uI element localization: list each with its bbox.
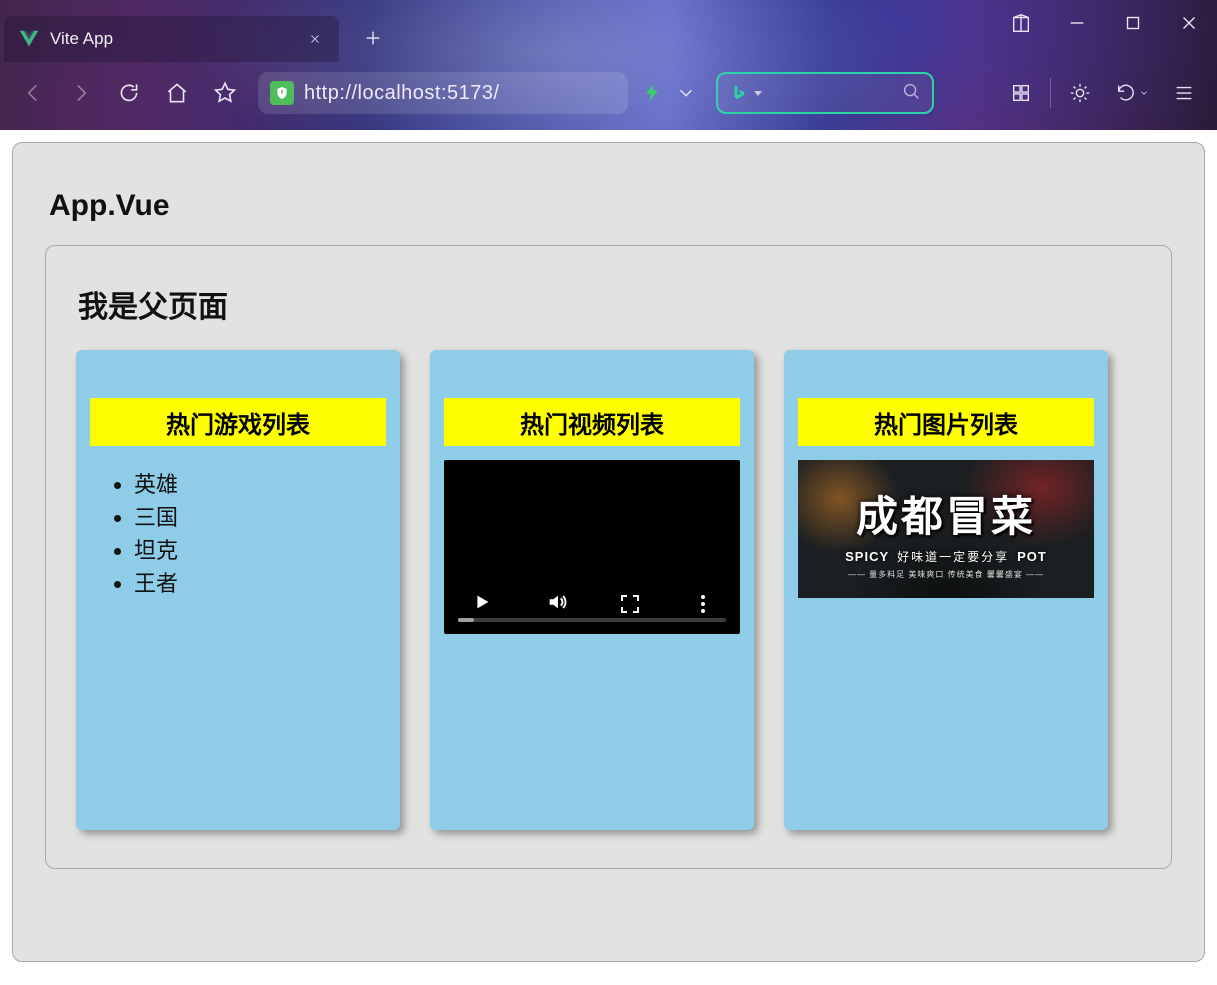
banner-subline: SPICY 好味道一定要分享 POT [845,548,1047,565]
bolt-icon[interactable] [638,79,666,107]
divider [1050,78,1051,108]
search-icon[interactable] [900,80,922,107]
image-banner: 成都冒菜 SPICY 好味道一定要分享 POT —— 量多料足 美味爽口 传统美… [798,460,1094,598]
theme-button[interactable] [1059,72,1101,114]
browser-tab[interactable]: Vite App [4,16,339,62]
more-button[interactable] [692,593,714,615]
main-menu-button[interactable] [1163,72,1205,114]
list-item: 王者 [134,567,386,600]
back-button[interactable] [12,72,54,114]
app-heading: App.Vue [49,189,1172,223]
fullscreen-button[interactable] [621,595,639,613]
app-panel: App.Vue 我是父页面 热门游戏列表 英雄 三国 坦克 王者 热门视频列表 [12,142,1205,962]
bookmark-button[interactable] [204,72,246,114]
url-text: http://localhost:5173/ [304,82,616,105]
card-games-title: 热门游戏列表 [90,398,386,446]
vue-logo-icon [18,28,40,50]
list-item: 三国 [134,501,386,534]
play-button[interactable] [471,591,493,618]
volume-button[interactable] [546,591,568,618]
card-games: 热门游戏列表 英雄 三国 坦克 王者 [76,350,400,830]
bing-icon [728,82,750,104]
address-bar[interactable]: http://localhost:5173/ [258,72,628,114]
forward-button[interactable] [60,72,102,114]
card-videos: 热门视频列表 [430,350,754,830]
home-button[interactable] [156,72,198,114]
card-videos-title: 热门视频列表 [444,398,740,446]
parent-panel: 我是父页面 热门游戏列表 英雄 三国 坦克 王者 热门视频列表 [45,245,1172,869]
tab-strip: Vite App [0,0,1217,62]
extensions-button[interactable] [1000,72,1042,114]
card-images: 热门图片列表 成都冒菜 SPICY 好味道一定要分享 POT —— 量多料足 美… [784,350,1108,830]
card-images-title: 热门图片列表 [798,398,1094,446]
list-item: 坦克 [134,534,386,567]
undo-close-button[interactable] [1105,72,1159,114]
parent-heading: 我是父页面 [78,282,1141,326]
banner-left-tag: SPICY [845,549,889,564]
expand-button[interactable] [672,79,700,107]
shield-icon [270,81,294,105]
video-controls [444,574,740,634]
browser-chrome: Vite App http://localhost:51 [0,0,1217,130]
banner-footnote: —— 量多料足 美味爽口 传统美食 馨馨盛宴 —— [848,569,1044,580]
new-tab-button[interactable] [353,18,393,58]
search-engine-chevron-icon[interactable] [754,91,762,96]
tab-title: Vite App [50,29,305,49]
banner-caption: 好味道一定要分享 [897,548,1009,565]
video-progress[interactable] [458,618,726,622]
list-item: 英雄 [134,468,386,501]
reload-button[interactable] [108,72,150,114]
games-list: 英雄 三国 坦克 王者 [90,468,386,600]
banner-right-tag: POT [1017,549,1047,564]
browser-toolbar: http://localhost:5173/ [0,62,1217,124]
card-row: 热门游戏列表 英雄 三国 坦克 王者 热门视频列表 [76,350,1141,830]
toolbar-right-cluster [1000,72,1205,114]
banner-headline: 成都冒菜 [856,483,1036,544]
video-player[interactable] [444,460,740,634]
tab-close-button[interactable] [305,29,325,49]
search-box[interactable] [716,72,934,114]
page-viewport: App.Vue 我是父页面 热门游戏列表 英雄 三国 坦克 王者 热门视频列表 [0,130,1217,985]
